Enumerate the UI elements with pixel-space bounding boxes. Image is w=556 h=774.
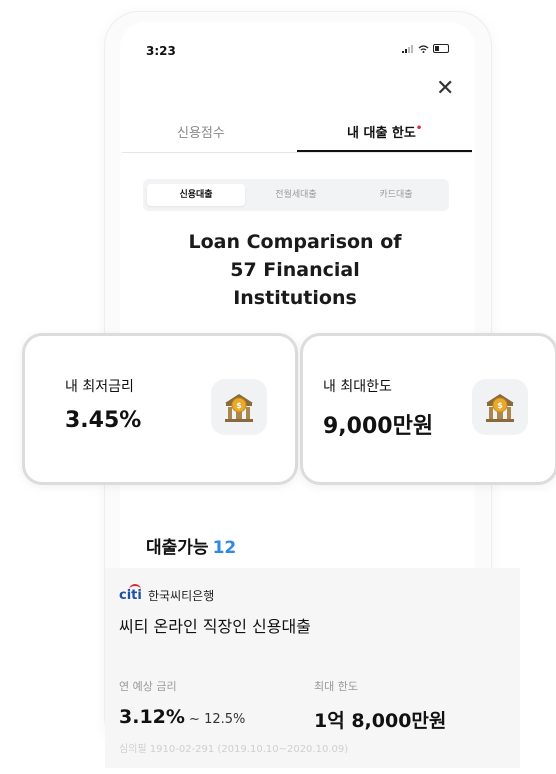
close-icon: ✕ [436, 76, 455, 101]
headline-line: Institutions [233, 287, 357, 309]
tab-label: 내 대출 한도 [347, 126, 416, 141]
expected-rate-value: 3.12% ~ 12.5% [119, 706, 245, 728]
max-limit-label: 최대 한도 [314, 680, 358, 693]
citi-logo: citi [119, 588, 142, 603]
max-limit-value: 9,000만원 [323, 414, 434, 439]
battery-icon [432, 44, 449, 53]
status-time: 3:23 [146, 44, 176, 58]
expected-rate-label: 연 예상 금리 [119, 680, 177, 693]
tab-credit-score[interactable]: 신용점수 [177, 122, 225, 141]
lowest-rate-value: 3.45% [65, 408, 142, 433]
available-loans-label: 대출가능 [146, 538, 209, 558]
product-name: 씨티 온라인 직장인 신용대출 [119, 617, 311, 636]
rate-min: 3.12% [119, 706, 185, 728]
tab-label: 신용점수 [177, 126, 225, 141]
svg-text:$: $ [236, 401, 242, 410]
svg-text:$: $ [497, 401, 503, 410]
available-loans-count: 12 [212, 538, 237, 558]
tab-my-loan-limit[interactable]: 내 대출 한도• [347, 122, 422, 141]
headline-line: 57 Financial [230, 259, 360, 281]
max-limit-label: 내 최대한도 [323, 379, 392, 395]
review-disclaimer: 심의필 1910-02-291 (2019.10.10~2020.10.09) [119, 744, 349, 755]
lowest-rate-card[interactable]: 내 최저금리 3.45% $ [22, 333, 298, 485]
max-limit-card[interactable]: 내 최대한도 9,000만원 $ [300, 333, 556, 485]
bank-icon: $ [211, 379, 267, 435]
bank-icon: $ [472, 379, 528, 435]
divider [122, 152, 472, 153]
status-icons [402, 44, 449, 54]
available-loans-title: 대출가능 12 [146, 533, 236, 558]
signal-icon [402, 44, 413, 53]
rate-range: ~ 12.5% [184, 712, 246, 727]
segment-jeonse-loan[interactable]: 전월세대출 [247, 184, 345, 206]
new-badge-dot: • [415, 123, 423, 134]
headline: Loan Comparison of 57 Financial Institut… [160, 228, 430, 312]
close-button[interactable]: ✕ [436, 78, 454, 100]
headline-line: Loan Comparison of [188, 231, 402, 253]
loan-type-segmented-control: 신용대출 전월세대출 카드대출 [143, 179, 449, 211]
lowest-rate-label: 내 최저금리 [65, 379, 134, 395]
max-limit-value: 1억 8,000만원 [314, 710, 447, 732]
bank-name: 한국씨티은행 [148, 589, 215, 603]
segment-credit-loan[interactable]: 신용대출 [147, 184, 245, 206]
segment-card-loan[interactable]: 카드대출 [347, 184, 445, 206]
wifi-icon [418, 44, 429, 53]
tab-bar: 신용점수 내 대출 한도• [122, 118, 472, 154]
